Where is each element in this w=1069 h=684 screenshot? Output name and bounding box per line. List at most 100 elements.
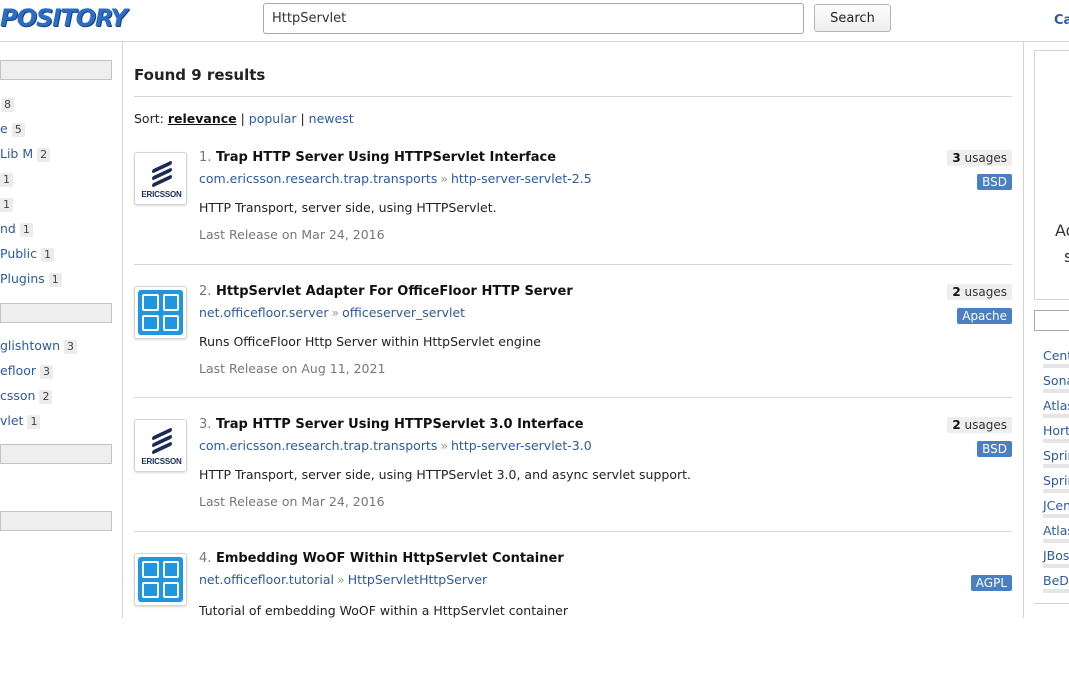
filter-item[interactable]: csson 2 — [0, 388, 53, 404]
result-release-date: Last Release on Mar 24, 2016 — [199, 494, 385, 509]
ericsson-mark-icon — [152, 427, 172, 455]
result-coordinates: com.ericsson.research.trap.transports» ht… — [199, 171, 592, 186]
divider — [134, 264, 1012, 265]
results-count-heading: Found 9 results — [134, 66, 266, 84]
artifact-link[interactable]: HttpServletHttpServer — [348, 572, 488, 587]
filter-item[interactable]: nd 1 — [0, 221, 33, 237]
result-title[interactable]: 2. HttpServlet Adapter For OfficeFloor H… — [199, 284, 573, 299]
filter-count: 2 — [39, 390, 53, 404]
ericsson-logo-text: ERICSSON — [141, 457, 182, 466]
repository-link[interactable]: Sprin — [1043, 448, 1069, 468]
result-release-date: Last Release on Mar 24, 2016 — [199, 227, 385, 242]
result-description: Tutorial of embedding WoOF within a Http… — [199, 603, 568, 618]
filter-item[interactable]: glishtown 3 — [0, 338, 78, 354]
filter-header-box[interactable] — [0, 303, 112, 323]
artifact-link[interactable]: http-server-servlet-3.0 — [451, 438, 592, 453]
filter-header-box[interactable] — [0, 60, 112, 80]
filter-count: 8 — [1, 98, 14, 112]
filter-header-box[interactable] — [0, 444, 112, 464]
repository-link[interactable]: Atlas — [1043, 398, 1069, 418]
divider — [1034, 603, 1069, 604]
sort-relevance-link[interactable]: relevance — [168, 111, 237, 126]
result-release-date: Last Release on Aug 11, 2021 — [199, 361, 386, 376]
filter-count: 1 — [0, 198, 13, 212]
result-description: HTTP Transport, server side, using HTTPS… — [199, 200, 497, 215]
filter-item[interactable]: efloor 3 — [0, 363, 53, 379]
filter-count: 2 — [37, 148, 51, 162]
group-link[interactable]: com.ericsson.research.trap.transports — [199, 171, 437, 186]
divider — [134, 531, 1012, 532]
repository-link[interactable]: BeDa — [1043, 573, 1069, 593]
search-button[interactable]: Search — [814, 4, 891, 32]
filter-count: 3 — [40, 365, 53, 379]
filter-count: 1 — [41, 248, 54, 262]
result-title[interactable]: 1. Trap HTTP Server Using HTTPServlet In… — [199, 150, 556, 165]
result-description: Runs OfficeFloor Http Server within Http… — [199, 334, 541, 349]
filter-header-box[interactable] — [0, 511, 112, 531]
sort-newest-link[interactable]: newest — [309, 111, 354, 126]
filter-count: 1 — [19, 223, 33, 237]
repository-link[interactable]: JBos — [1043, 548, 1069, 568]
filter-count: 1 — [48, 273, 62, 287]
usages-badge[interactable]: 2 usages — [947, 284, 1012, 300]
filter-item[interactable]: vlet 1 — [0, 413, 41, 429]
divider — [134, 397, 1012, 398]
result-coordinates: com.ericsson.research.trap.transports» ht… — [199, 438, 592, 453]
right-sidebar: Ad s Cent Sona Atlas Hort Sprin Sprin JC… — [1023, 42, 1069, 618]
ad-text: s — [1064, 247, 1069, 266]
sort-label: Sort: — [134, 111, 164, 126]
result-coordinates: net.officefloor.server» officeserver_serv… — [199, 305, 466, 320]
filter-item[interactable]: 1 — [0, 196, 13, 212]
artifact-link[interactable]: officeserver_servlet — [342, 305, 465, 320]
ericsson-logo[interactable]: ERICSSON — [134, 152, 187, 205]
header-categories-link[interactable]: Ca — [1054, 13, 1069, 28]
result-coordinates: net.officefloor.tutorial» HttpServletHttp… — [199, 572, 488, 587]
search-input[interactable] — [263, 3, 804, 34]
license-badge: AGPL — [970, 575, 1012, 591]
group-link[interactable]: net.officefloor.server — [199, 305, 329, 320]
officefloor-logo[interactable] — [134, 553, 187, 606]
sort-bar: Sort: relevance | popular | newest — [134, 111, 354, 126]
result-title[interactable]: 4. Embedding WoOF Within HttpServlet Con… — [199, 551, 564, 566]
result-title[interactable]: 3. Trap HTTP Server Using HTTPServlet 3.… — [199, 417, 584, 432]
artifact-link[interactable]: http-server-servlet-2.5 — [451, 171, 592, 186]
officefloor-grid-icon — [138, 557, 183, 602]
repository-link[interactable]: Sona — [1043, 373, 1069, 393]
license-badge: BSD — [977, 441, 1012, 457]
officefloor-grid-icon — [138, 290, 183, 335]
license-badge: BSD — [977, 174, 1012, 190]
repository-link[interactable]: Hort — [1043, 423, 1069, 443]
group-link[interactable]: net.officefloor.tutorial — [199, 572, 334, 587]
usages-badge[interactable]: 3 usages — [947, 150, 1012, 166]
repository-link[interactable]: Atlas — [1043, 523, 1069, 543]
result-description: HTTP Transport, server side, using HTTPS… — [199, 467, 691, 482]
filter-count: 5 — [11, 123, 25, 137]
ericsson-logo[interactable]: ERICSSON — [134, 419, 187, 472]
filter-item[interactable]: e5 — [0, 121, 25, 137]
filter-item[interactable]: Lib M2 — [0, 146, 51, 162]
header: POSITORY Search Ca — [0, 0, 1069, 42]
sort-popular-link[interactable]: popular — [249, 111, 297, 126]
filter-count: 3 — [64, 340, 78, 354]
officefloor-logo[interactable] — [134, 286, 187, 339]
repository-link[interactable]: Sprin — [1043, 473, 1069, 493]
group-link[interactable]: com.ericsson.research.trap.transports — [199, 438, 437, 453]
filter-item[interactable]: 8 — [0, 96, 14, 112]
usages-badge[interactable]: 2 usages — [947, 417, 1012, 433]
filter-count: 1 — [0, 173, 13, 187]
filter-count: 1 — [27, 415, 41, 429]
left-sidebar: 8 e5 Lib M2 1 1 nd 1 Public 1 Plugins 1 gli… — [0, 42, 123, 618]
ad-box[interactable]: Ad s — [1034, 50, 1069, 300]
filter-item[interactable]: Plugins 1 — [0, 271, 62, 287]
ericsson-mark-icon — [152, 160, 172, 188]
ericsson-logo-text: ERICSSON — [141, 190, 182, 199]
ad-text: Ad — [1055, 221, 1069, 240]
filter-item[interactable]: Public 1 — [0, 246, 54, 262]
divider — [134, 96, 1012, 97]
repository-search-input[interactable] — [1034, 310, 1069, 331]
license-badge: Apache — [957, 308, 1012, 324]
filter-item[interactable]: 1 — [0, 171, 13, 187]
repository-link[interactable]: Cent — [1043, 348, 1069, 368]
site-logo[interactable]: POSITORY — [0, 4, 128, 32]
repository-link[interactable]: JCen — [1043, 498, 1069, 518]
